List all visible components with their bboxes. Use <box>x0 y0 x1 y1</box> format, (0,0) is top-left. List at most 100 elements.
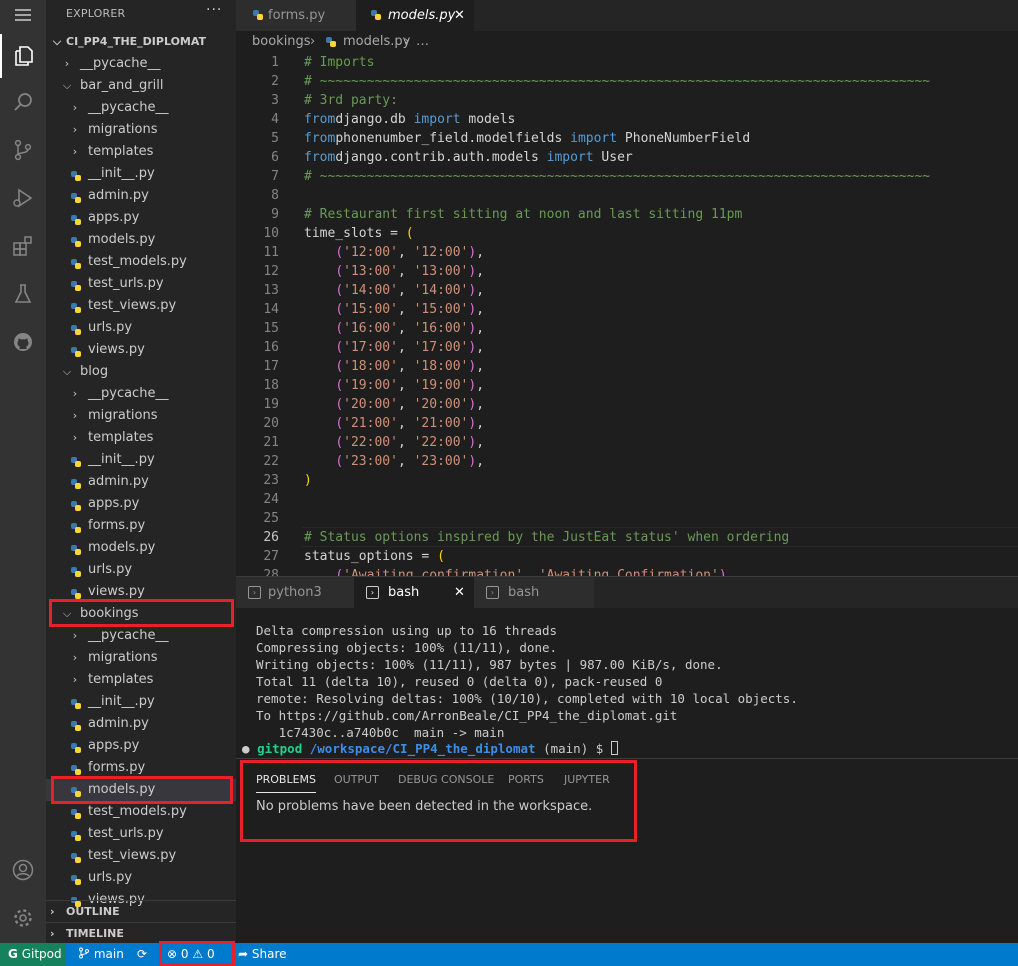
terminal[interactable]: Delta compression using up to 16 threads… <box>236 608 1018 758</box>
file-item[interactable]: __init__.py <box>46 691 236 713</box>
folder-item[interactable]: ⌵ bookings <box>46 603 236 625</box>
file-item[interactable]: admin.py <box>46 471 236 493</box>
outline-section[interactable]: › OUTLINE <box>46 900 236 922</box>
tab-debug-console[interactable]: DEBUG CONSOLE <box>398 773 494 786</box>
folder-item[interactable]: › __pycache__ <box>46 383 236 405</box>
terminal-tab-python3[interactable]: › python3 <box>236 577 354 609</box>
file-item[interactable]: urls.py <box>46 317 236 339</box>
tab-forms-py[interactable]: forms.py <box>236 0 356 31</box>
branch-indicator[interactable]: main <box>78 943 124 966</box>
line-number: 11 <box>263 245 279 260</box>
tab-jupyter[interactable]: JUPYTER <box>564 773 610 786</box>
extensions-icon[interactable] <box>0 224 46 268</box>
file-item[interactable]: test_views.py <box>46 845 236 867</box>
file-item[interactable]: test_views.py <box>46 295 236 317</box>
timeline-section[interactable]: › TIMELINE <box>46 922 236 943</box>
terminal-tab-bash-active[interactable]: › bash ✕ <box>354 577 474 609</box>
close-icon[interactable]: ✕ <box>454 0 465 31</box>
file-item[interactable]: test_models.py <box>46 801 236 823</box>
tree-item-label: templates <box>88 430 154 445</box>
file-item[interactable]: apps.py <box>46 735 236 757</box>
remote-indicator[interactable]: G Gitpod <box>0 943 66 966</box>
python-file-icon <box>70 190 82 203</box>
breadcrumb-file[interactable]: models.py <box>343 31 410 53</box>
file-item[interactable]: models.py <box>46 537 236 559</box>
close-icon[interactable]: ✕ <box>454 577 465 609</box>
tab-ports[interactable]: PORTS <box>508 773 544 786</box>
line-number: 17 <box>263 359 279 374</box>
code-token: '12:00' <box>343 245 398 260</box>
timeline-label: TIMELINE <box>66 927 124 940</box>
account-icon[interactable] <box>0 848 46 892</box>
share-button[interactable]: ➦ Share <box>238 943 287 966</box>
code-token: import <box>546 150 594 165</box>
file-item[interactable]: models.py <box>46 229 236 251</box>
workspace-root[interactable]: ⌵ CI_PP4_THE_DIPLOMAT <box>46 31 236 53</box>
folder-item[interactable]: › migrations <box>46 119 236 141</box>
file-item[interactable]: urls.py <box>46 867 236 889</box>
file-item[interactable]: urls.py <box>46 559 236 581</box>
folder-item[interactable]: › __pycache__ <box>46 53 236 75</box>
settings-gear-icon[interactable] <box>0 896 46 940</box>
file-item[interactable]: apps.py <box>46 207 236 229</box>
activity-bar <box>0 0 46 943</box>
sync-icon[interactable]: ⟳ <box>137 943 147 966</box>
terminal-tab-bash[interactable]: › bash <box>474 577 594 609</box>
code-line: ('14:00', '14:00'), <box>304 281 484 300</box>
search-icon[interactable] <box>0 80 46 124</box>
file-item[interactable]: __init__.py <box>46 163 236 185</box>
explorer-icon[interactable] <box>0 34 46 78</box>
file-item[interactable]: __init__.py <box>46 449 236 471</box>
breadcrumb-folder[interactable]: bookings <box>252 31 311 53</box>
file-item[interactable]: views.py <box>46 339 236 361</box>
folder-item[interactable]: › migrations <box>46 405 236 427</box>
folder-item[interactable]: › migrations <box>46 647 236 669</box>
code-token: ( <box>335 302 344 317</box>
code-token: , <box>397 340 414 355</box>
source-control-icon[interactable] <box>0 128 46 172</box>
code-editor[interactable]: 1 # Imports 2 # ~~~~~~~~~~~~~~~~~~~~~~~~~~~… <box>236 53 1018 576</box>
file-item[interactable]: admin.py <box>46 713 236 735</box>
file-item[interactable]: test_urls.py <box>46 273 236 295</box>
tree-item-label: admin.py <box>88 188 149 203</box>
file-item[interactable]: admin.py <box>46 185 236 207</box>
problems-indicator[interactable]: ⊗ 0 ⚠ 0 <box>167 943 215 966</box>
tree-item-label: templates <box>88 144 154 159</box>
github-icon[interactable] <box>0 320 46 364</box>
line-number: 9 <box>271 207 279 222</box>
menu-icon[interactable] <box>0 0 46 30</box>
file-item[interactable]: models.py <box>46 779 236 801</box>
folder-item[interactable]: › templates <box>46 669 236 691</box>
tab-output[interactable]: OUTPUT <box>334 773 379 786</box>
code-token: '15:00' <box>343 302 398 317</box>
folder-item[interactable]: › __pycache__ <box>46 97 236 119</box>
more-actions-icon[interactable]: ··· <box>206 2 222 18</box>
run-debug-icon[interactable] <box>0 176 46 220</box>
breadcrumb-more[interactable]: … <box>416 31 429 53</box>
code-line: # Restaurant first sitting at noon and l… <box>304 205 742 224</box>
code-line: ('12:00', '12:00'), <box>304 243 484 262</box>
folder-item[interactable]: ⌵ blog <box>46 361 236 383</box>
file-item[interactable]: test_models.py <box>46 251 236 273</box>
folder-item[interactable]: › __pycache__ <box>46 625 236 647</box>
testing-icon[interactable] <box>0 272 46 316</box>
python-file-icon <box>70 234 82 247</box>
folder-item[interactable]: ⌵ bar_and_grill <box>46 75 236 97</box>
terminal-prompt[interactable]: ● gitpod /workspace/CI_PP4_the_diplomat … <box>242 740 618 757</box>
tab-models-py[interactable]: models.py ✕ <box>356 0 474 31</box>
chevron-right-icon: › <box>72 145 78 158</box>
tab-problems[interactable]: PROBLEMS <box>256 773 317 793</box>
code-line: ('18:00', '18:00'), <box>304 357 484 376</box>
python-file-icon <box>70 542 82 555</box>
file-item[interactable]: forms.py <box>46 757 236 779</box>
file-item[interactable]: test_urls.py <box>46 823 236 845</box>
code-line: fromdjango.contrib.auth.models import Us… <box>304 148 633 167</box>
folder-item[interactable]: › templates <box>46 141 236 163</box>
file-item[interactable]: views.py <box>46 581 236 603</box>
file-item[interactable]: forms.py <box>46 515 236 537</box>
file-item[interactable]: apps.py <box>46 493 236 515</box>
folder-item[interactable]: › templates <box>46 427 236 449</box>
